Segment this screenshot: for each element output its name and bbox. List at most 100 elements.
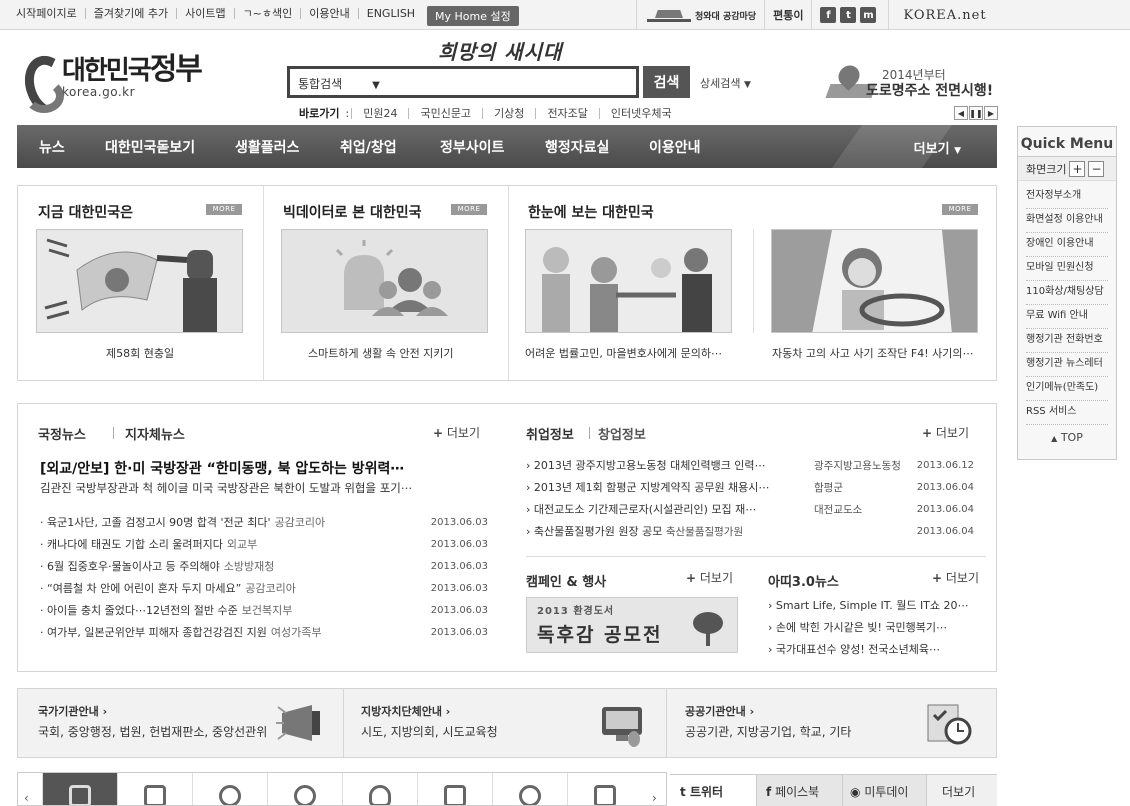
- service-icon-tab[interactable]: [192, 773, 267, 805]
- campaign-banner[interactable]: 2013 환경도서 독후감 공모전: [526, 597, 738, 653]
- me2day-icon[interactable]: m: [860, 7, 877, 23]
- quick-menu-item[interactable]: 화면설정 이용안내: [1026, 209, 1108, 233]
- facebook-icon[interactable]: f: [820, 7, 837, 23]
- quick-menu-item[interactable]: 행정기관 전화번호: [1026, 329, 1108, 353]
- pyeontong-link[interactable]: 편통이: [764, 0, 811, 30]
- tab-job-info[interactable]: 취업정보: [526, 424, 574, 443]
- list-item[interactable]: › 국가대표선수 양성! 전국소년체육⋯: [768, 643, 980, 665]
- aphi-more-link[interactable]: + 더보기: [932, 569, 979, 586]
- tab-me2day[interactable]: ◉ 미투데이: [850, 783, 908, 800]
- search-box[interactable]: 통합검색 ▼: [287, 66, 639, 98]
- util-link-index[interactable]: ㄱ~ㅎ색인: [233, 8, 301, 19]
- quick-menu-item[interactable]: RSS 서비스: [1026, 401, 1108, 425]
- nav-item-life-plus[interactable]: 생활플러스: [235, 137, 299, 157]
- zoom-out-button[interactable]: −: [1088, 160, 1105, 177]
- feature-caption[interactable]: 어려운 법률고민, 마을변호사에게 문의하⋯: [525, 345, 722, 361]
- jobs-more-link[interactable]: + 더보기: [922, 424, 969, 441]
- nav-item-jobs[interactable]: 취업/창업: [340, 137, 397, 157]
- list-item[interactable]: · 육군1사단, 고졸 검정고시 90명 합격 '전군 최다' 공감코리아 2013…: [40, 516, 488, 538]
- feature-image-insurance-fraud[interactable]: [771, 229, 978, 333]
- search-scope-select[interactable]: 통합검색 ▼: [298, 75, 380, 92]
- list-item[interactable]: › 2013년 광주지방고용노동청 대체인력뱅크 인력⋯ 광주지방고용노동청 201…: [526, 459, 974, 481]
- quick-menu-item[interactable]: 장애인 이용안내: [1026, 233, 1108, 257]
- quick-menu-item[interactable]: 행정기관 뉴스레터: [1026, 353, 1108, 377]
- service-icon-tab[interactable]: [342, 773, 417, 805]
- top-button[interactable]: ▲ TOP: [1018, 431, 1116, 444]
- service-icon-tab[interactable]: [567, 773, 642, 805]
- banner-next-button[interactable]: ▶: [984, 106, 998, 120]
- tab-local-news[interactable]: 지자체뉴스: [125, 424, 185, 443]
- list-item[interactable]: · “여름철 차 안에 어린이 혼자 두지 마세요” 공감코리아 2013.06.0…: [40, 582, 488, 604]
- quick-link-minwon24[interactable]: 민원24: [351, 107, 408, 119]
- list-item[interactable]: › 축산물품질평가원 원장 공모 축산물품질평가원 2013.06.04: [526, 525, 974, 547]
- headline-summary[interactable]: 김관진 국방부장관과 척 헤이글 미국 국방장관은 북한이 도발과 위협을 포기…: [40, 480, 412, 496]
- twitter-icon[interactable]: t: [840, 7, 857, 23]
- quick-menu-item[interactable]: 무료 Wifi 안내: [1026, 305, 1108, 329]
- list-item[interactable]: · 캐나다에 태권도 기합 소리 울려퍼지다 외교부 2013.06.03: [40, 538, 488, 560]
- quick-link-weather[interactable]: 기상청: [482, 107, 535, 119]
- more-button[interactable]: MORE: [451, 204, 487, 215]
- zoom-in-button[interactable]: +: [1069, 160, 1086, 177]
- banner-pause-button[interactable]: ❚❚: [969, 106, 983, 120]
- bluehouse-icon: [647, 8, 691, 22]
- list-item[interactable]: · 여가부, 일본군위안부 피해자 종합건강검진 지원 여성가족부 2013.06.…: [40, 626, 488, 648]
- nav-item-news[interactable]: 뉴스: [39, 137, 65, 157]
- feature-caption[interactable]: 자동차 고의 사고 사기 조작단 F4! 사기의⋯: [772, 345, 974, 361]
- util-link-start-page[interactable]: 시작페이지로: [16, 8, 85, 19]
- service-icon-tab[interactable]: [42, 773, 117, 805]
- tab-national-news[interactable]: 국정뉴스: [38, 424, 86, 443]
- quick-menu-item[interactable]: 인기메뉴(만족도): [1026, 377, 1108, 401]
- quick-link-sinmungo[interactable]: 국민신문고: [408, 107, 482, 119]
- quick-menu-item[interactable]: 모바일 민원신청: [1026, 257, 1108, 281]
- koreanet-link[interactable]: KOREA.net: [888, 0, 1000, 30]
- carousel-prev-icon[interactable]: ‹: [24, 791, 29, 805]
- list-item[interactable]: · 아이들 충치 줄었다⋯12년전의 절반 수준 보건복지부 2013.06.03: [40, 604, 488, 626]
- feature-image-memorial[interactable]: [36, 229, 243, 333]
- headline-link[interactable]: [외교/안보] 한·미 국방장관 “한미동맹, 북 압도하는 방위력⋯: [40, 458, 404, 478]
- more-button[interactable]: MORE: [942, 204, 978, 215]
- list-item[interactable]: · 6월 집중호우·물놀이사고 등 주의해야 소방방재청 2013.06.03: [40, 560, 488, 582]
- list-item[interactable]: › Smart Life, Simple IT. 월드 IT쇼 20⋯: [768, 599, 980, 621]
- nav-item-admin-data[interactable]: 행정자료실: [545, 137, 609, 157]
- list-item[interactable]: › 대전교도소 기간제근로자(시설관리인) 모집 재⋯ 대전교도소 2013.06.…: [526, 503, 974, 525]
- campaign-title[interactable]: 캠페인 & 행사: [526, 571, 606, 590]
- road-address-banner[interactable]: 2014년부터 도로명주소 전면시행!: [822, 64, 998, 106]
- social-more-link[interactable]: 더보기: [942, 783, 975, 800]
- aphi-news-title[interactable]: 아띠3.0뉴스: [768, 571, 839, 590]
- nav-item-magnifier[interactable]: 대한민국돋보기: [105, 137, 195, 157]
- quick-menu-item[interactable]: 전자정부소개: [1026, 185, 1108, 209]
- nav-item-guide[interactable]: 이용안내: [649, 137, 701, 157]
- feature-image-bigdata[interactable]: [281, 229, 488, 333]
- myhome-settings-button[interactable]: My Home 설정: [427, 6, 519, 26]
- util-link-sitemap[interactable]: 사이트맵: [176, 8, 233, 19]
- quick-link-procurement[interactable]: 전자조달: [535, 107, 598, 119]
- tab-facebook[interactable]: f 페이스북: [766, 783, 819, 800]
- tab-twitter[interactable]: t 트위터: [680, 783, 723, 800]
- feature-image-lawyer[interactable]: [525, 229, 732, 333]
- campaign-more-link[interactable]: + 더보기: [686, 569, 733, 586]
- news-more-link[interactable]: + 더보기: [433, 424, 480, 441]
- service-icon-tab[interactable]: [117, 773, 192, 805]
- service-icon-tab[interactable]: [492, 773, 567, 805]
- feature-caption[interactable]: 제58회 현충일: [106, 345, 174, 361]
- site-logo[interactable]: 대한민국정부 korea.go.kr: [22, 53, 203, 113]
- service-icon-tab[interactable]: [267, 773, 342, 805]
- util-link-english[interactable]: ENGLISH: [357, 8, 423, 19]
- list-item[interactable]: › 손에 박힌 가시같은 빚! 국민행복기⋯: [768, 621, 980, 643]
- tab-startup-info[interactable]: 창업정보: [598, 424, 646, 443]
- nav-item-gov-sites[interactable]: 정부사이트: [440, 137, 504, 157]
- quick-link-epost[interactable]: 인터넷우체국: [598, 107, 683, 119]
- advanced-search-link[interactable]: 상세검색 ▼: [700, 75, 751, 91]
- banner-prev-button[interactable]: ◀: [954, 106, 968, 120]
- feature-caption[interactable]: 스마트하게 생활 속 안전 지키기: [308, 345, 454, 361]
- nav-more-button[interactable]: 더보기 ▼: [914, 138, 961, 157]
- util-link-guide[interactable]: 이용안내: [300, 8, 357, 19]
- quick-menu-item[interactable]: 110화상/채팅상담: [1026, 281, 1108, 305]
- util-link-bookmark[interactable]: 즐겨찾기에 추가: [84, 8, 176, 19]
- service-icon-tab[interactable]: [417, 773, 492, 805]
- more-button[interactable]: MORE: [206, 204, 242, 215]
- search-button[interactable]: 검색: [643, 66, 690, 98]
- bluehouse-link[interactable]: 청와대 공감마당: [636, 0, 764, 30]
- carousel-next-icon[interactable]: ›: [652, 791, 657, 805]
- list-item[interactable]: › 2013년 제1회 함평군 지방계약직 공무원 채용시⋯ 함평군 2013.06…: [526, 481, 974, 503]
